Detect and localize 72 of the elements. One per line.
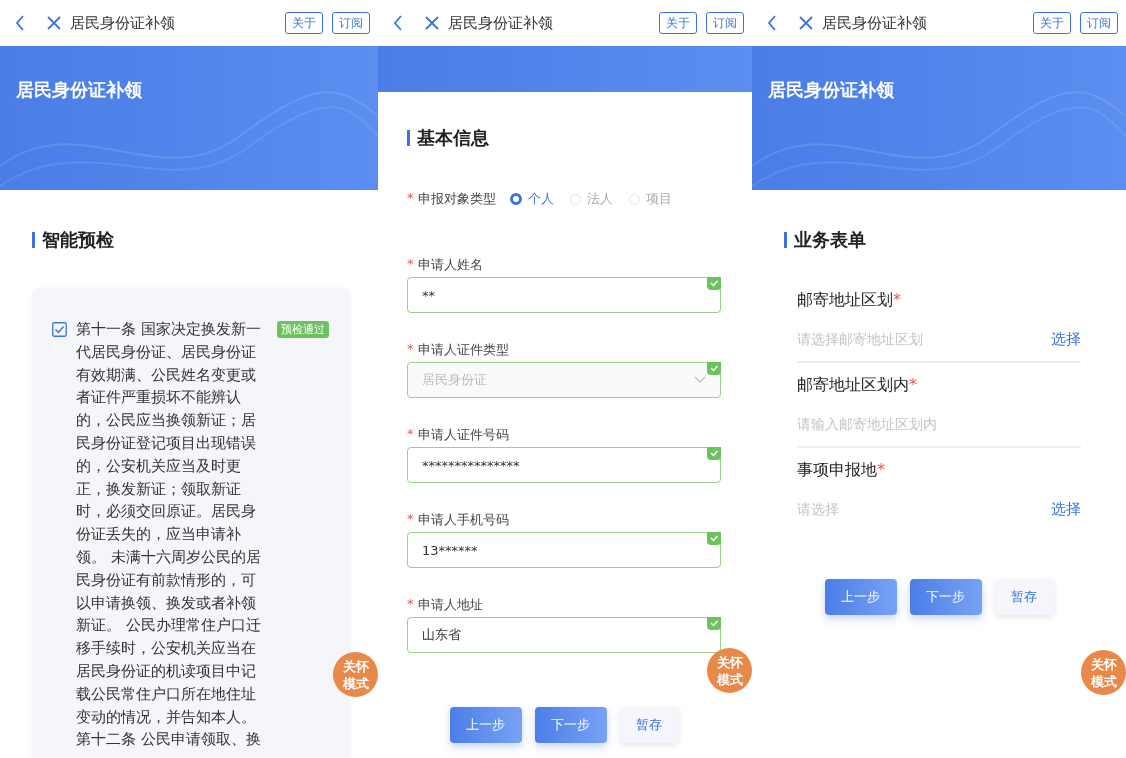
close-icon[interactable] bbox=[798, 15, 814, 31]
field-value: 山东省 bbox=[422, 626, 462, 644]
back-icon[interactable] bbox=[14, 14, 26, 32]
input-field[interactable]: *************** bbox=[407, 447, 721, 483]
select-link[interactable]: 选择 bbox=[1051, 499, 1081, 519]
top-bar-button[interactable]: 订阅 bbox=[1080, 12, 1118, 34]
banner-title: 居民身份证补领 bbox=[768, 79, 894, 100]
input-field[interactable]: 请选择 bbox=[797, 501, 1051, 517]
check-icon bbox=[707, 532, 721, 545]
field-label: 申请人证件类型 bbox=[417, 341, 509, 359]
top-bar-button[interactable]: 订阅 bbox=[706, 12, 744, 34]
field-value: ** bbox=[422, 287, 436, 303]
checkbox[interactable] bbox=[52, 322, 67, 337]
radio-button[interactable] bbox=[509, 193, 522, 205]
required-mark: * bbox=[407, 596, 414, 613]
top-bar-button[interactable]: 关于 bbox=[659, 12, 697, 34]
field-value: 居民身份证 bbox=[422, 371, 488, 389]
field-label: 申请人姓名 bbox=[417, 256, 483, 274]
step-button[interactable]: 暂存 bbox=[619, 707, 679, 743]
back-icon[interactable] bbox=[766, 14, 778, 32]
check-icon bbox=[707, 617, 721, 630]
required-mark: * bbox=[407, 256, 414, 273]
field-label: 申请人手机号码 bbox=[417, 511, 509, 529]
required-mark: * bbox=[407, 426, 414, 443]
select-link[interactable]: 选择 bbox=[1051, 329, 1081, 349]
radio-label: 项目 bbox=[645, 190, 672, 208]
field-label: 邮寄地址区划内 bbox=[797, 375, 909, 396]
section-title: 智能预检 bbox=[42, 228, 114, 252]
required-mark: * bbox=[407, 190, 414, 207]
care-mode-button[interactable]: 关怀模式 bbox=[1081, 650, 1126, 695]
top-bar-button[interactable]: 关于 bbox=[285, 12, 323, 34]
check-icon bbox=[707, 362, 721, 375]
input-field[interactable]: 请选择邮寄地址区划 bbox=[797, 331, 1051, 347]
field-label: 申请人证件号码 bbox=[417, 426, 509, 444]
regulation-text: 第十一条 国家决定换发新一代居民身份证、居民身份证有效期满、公民姓名变更或者证件严重损坏不能辨认的，公民应当换领新证；居民身份证登记项目出现错误的，公安机关应当及时更正，换发新证；领取新证时，必须交回原证。居民身份证丢失的，应当申请补领。 未满十六周岁公民的居民身份证有前款情形的，可以申请换领、换发或者补领新证。 公民办理常住户口迁移手续时，公安机关应当在居民身份证的机读项目中记载公民常住户口所在地住址变动的情况，并告知本人。第十二条 公民申请领取、换 bbox=[76, 319, 262, 751]
check-icon bbox=[707, 277, 721, 290]
input-field[interactable]: 山东省 bbox=[407, 617, 721, 653]
field-label: 事项申报地 bbox=[797, 460, 877, 481]
banner-title: 居民身份证补领 bbox=[16, 79, 142, 100]
required-mark: * bbox=[909, 375, 917, 396]
page-title: 居民身份证补领 bbox=[448, 13, 554, 33]
page-title: 居民身份证补领 bbox=[822, 13, 928, 33]
top-bar-button[interactable]: 关于 bbox=[1033, 12, 1071, 34]
field-label: 申报对象类型 bbox=[417, 190, 496, 208]
step-button[interactable]: 下一步 bbox=[909, 579, 982, 615]
page-title: 居民身份证补领 bbox=[70, 13, 176, 33]
input-field[interactable]: ** bbox=[407, 277, 721, 313]
field-label: 邮寄地址区划 bbox=[797, 290, 893, 311]
step-button[interactable]: 暂存 bbox=[994, 579, 1054, 615]
check-icon bbox=[707, 447, 721, 460]
input-field[interactable]: 请输入邮寄地址区划内 bbox=[797, 416, 1081, 432]
field-value: *************** bbox=[422, 457, 521, 473]
top-bar-button[interactable]: 订阅 bbox=[332, 12, 370, 34]
field-label: 申请人地址 bbox=[417, 596, 483, 614]
required-mark: * bbox=[893, 290, 901, 311]
required-mark: * bbox=[407, 341, 414, 358]
step-button[interactable]: 下一步 bbox=[534, 707, 607, 743]
close-icon[interactable] bbox=[424, 15, 440, 31]
required-mark: * bbox=[877, 460, 885, 481]
radio-label: 法人 bbox=[586, 190, 613, 208]
input-field[interactable]: 13****** bbox=[407, 532, 721, 568]
step-button[interactable]: 上一步 bbox=[824, 579, 897, 615]
radio-label: 个人 bbox=[527, 190, 554, 208]
section-title: 基本信息 bbox=[417, 126, 489, 150]
back-icon[interactable] bbox=[392, 14, 404, 32]
chevron-down-icon bbox=[694, 376, 706, 384]
status-badge: 预检通过 bbox=[277, 321, 329, 338]
close-icon[interactable] bbox=[46, 15, 62, 31]
required-mark: * bbox=[407, 511, 414, 528]
step-button[interactable]: 上一步 bbox=[449, 707, 522, 743]
field-value: 13****** bbox=[422, 542, 479, 558]
section-title: 业务表单 bbox=[794, 228, 866, 252]
